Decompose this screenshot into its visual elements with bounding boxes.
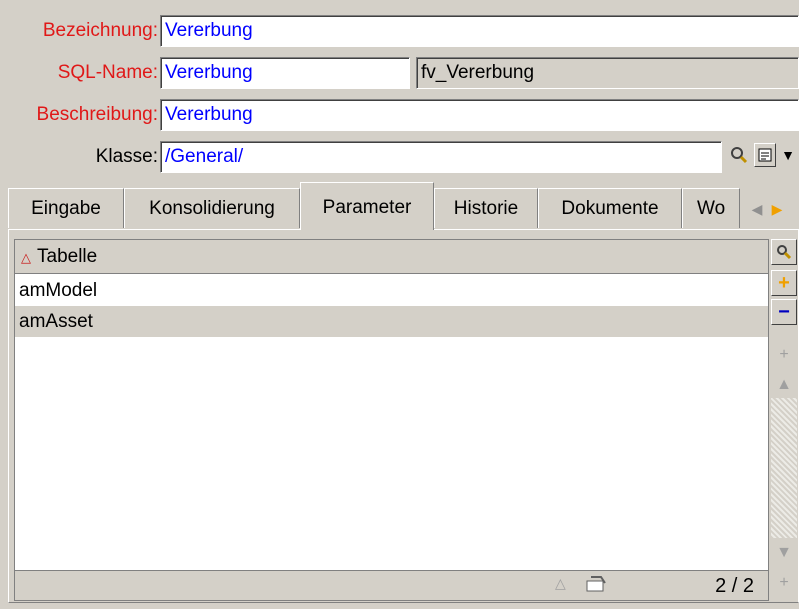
- list-item-label: amModel: [19, 280, 98, 301]
- tab-wo[interactable]: Wo: [682, 188, 740, 228]
- tab-historie[interactable]: Historie: [434, 188, 538, 228]
- tab-scroll-right-icon[interactable]: ▶: [768, 198, 786, 220]
- list-footer: △ 2 / 2: [15, 570, 768, 600]
- sqlname-field[interactable]: Vererbung: [160, 57, 410, 89]
- sqlname-label: SQL-Name:: [57, 62, 158, 83]
- bezeichnung-field[interactable]: Vererbung: [160, 15, 799, 47]
- tab-parameter[interactable]: Parameter: [300, 182, 434, 230]
- tab-konsolidierung[interactable]: Konsolidierung: [124, 188, 300, 228]
- bezeichnung-label: Bezeichnung:: [42, 20, 158, 41]
- column-header-label: Tabelle: [37, 246, 98, 267]
- tab-dokumente[interactable]: Dokumente: [538, 188, 682, 228]
- expand-plus-icon[interactable]: +: [771, 342, 797, 368]
- chevron-down-icon[interactable]: ▼: [777, 143, 799, 167]
- tab-eingabe[interactable]: Eingabe: [8, 188, 124, 228]
- klasse-field[interactable]: /General/: [160, 141, 722, 173]
- list-item[interactable]: amAsset: [15, 306, 768, 337]
- magnifier-icon[interactable]: [771, 239, 797, 265]
- list-item-label: amAsset: [19, 311, 93, 332]
- form-view-icon[interactable]: [754, 143, 776, 167]
- scroll-down-icon[interactable]: ▼: [771, 540, 797, 566]
- scrollbar-track[interactable]: [771, 398, 797, 538]
- list-item[interactable]: amModel: [15, 275, 768, 306]
- minus-icon[interactable]: −: [771, 299, 797, 325]
- beschreibung-label: Beschreibung:: [36, 104, 158, 125]
- klasse-label: Klasse:: [95, 146, 158, 167]
- refresh-icon[interactable]: [583, 573, 611, 603]
- tab-scroll-left-icon[interactable]: ◀: [748, 198, 766, 220]
- plus-icon[interactable]: +: [771, 270, 797, 296]
- table-list[interactable]: △ Tabelle amModel amAsset △ 2 / 2: [14, 239, 769, 601]
- sort-indicator-icon: △: [555, 575, 566, 591]
- sqlname-prefixed-field: fv_Vererbung: [416, 57, 799, 89]
- magnifier-icon[interactable]: [728, 143, 750, 167]
- column-header-tabelle[interactable]: △ Tabelle: [15, 240, 768, 274]
- scroll-up-icon[interactable]: ▲: [771, 372, 797, 398]
- tab-bar: Eingabe Konsolidierung Parameter Histori…: [8, 182, 799, 230]
- record-count: 2 / 2: [715, 575, 754, 597]
- collapse-plus-icon[interactable]: +: [771, 570, 797, 596]
- beschreibung-field[interactable]: Vererbung: [160, 99, 799, 131]
- sort-ascending-icon: △: [21, 250, 31, 265]
